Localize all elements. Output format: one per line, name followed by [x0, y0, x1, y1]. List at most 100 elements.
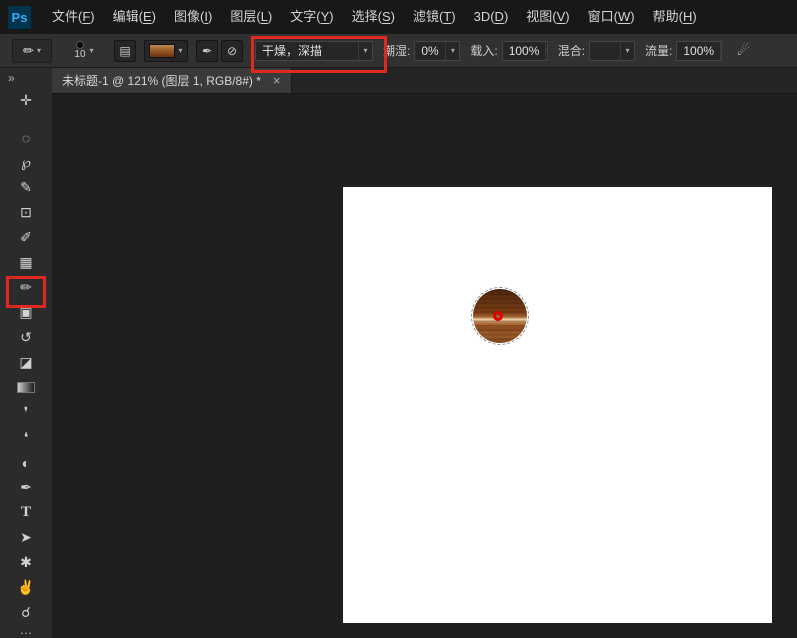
quick-selection-tool[interactable]: ✎ [8, 175, 44, 200]
chevron-down-icon: ▾ [720, 42, 722, 60]
lasso-tool[interactable]: ℘ [8, 150, 44, 175]
eyedropper-tool[interactable]: ✐ [8, 225, 44, 250]
current-brush-load-swatch[interactable]: ▾ [144, 40, 188, 62]
document-tab-bar: 未标题-1 @ 121% (图层 1, RGB/8#) * × [52, 68, 797, 94]
shape-tool[interactable]: ✱ [8, 550, 44, 575]
brush-preset-picker[interactable]: 10 ▾ [62, 37, 106, 65]
photoshop-logo[interactable]: Ps [8, 6, 31, 29]
brush-panel-icon: ▤ [119, 44, 130, 58]
menu-s[interactable]: 选择(S) [343, 0, 404, 34]
mix-label: 混合: [558, 42, 585, 59]
menu-y[interactable]: 文字(Y) [281, 0, 342, 34]
type-tool[interactable]: T [8, 500, 44, 525]
menu-l[interactable]: 图层(L) [221, 0, 281, 34]
hand-tool-icon: ✌ [17, 579, 34, 596]
menubar-items: 文件(F)编辑(E)图像(I)图层(L)文字(Y)选择(S)滤镜(T)3D(D)… [43, 0, 706, 34]
frame-tool-icon: ▦ [19, 254, 32, 271]
sharpen-tool[interactable]: ❛ [8, 425, 44, 450]
load-brush-after-stroke-button[interactable]: ✒ [196, 40, 218, 62]
tools-panel: » ✛ ◌ ℘ ✎ ⊡ ✐ ▦ ✏ ▣ ↺ ◪ ❜ ❛ ◐ ✒ T ➤ ✱ ✌ ☌ … [0, 68, 52, 638]
blur-tool-icon: ❜ [24, 404, 29, 421]
document-tab[interactable]: 未标题-1 @ 121% (图层 1, RGB/8#) * × [52, 68, 292, 93]
chevron-down-icon: ▾ [178, 46, 182, 55]
red-circle-marker [493, 311, 503, 321]
path-selection-tool-icon: ➤ [20, 529, 32, 546]
flow-dropdown[interactable]: 100%▾ [676, 41, 722, 61]
clean-brush-after-stroke-button[interactable]: ⊘ [221, 40, 243, 62]
stamp-tool[interactable]: ▣ [8, 300, 44, 325]
wet-dropdown[interactable]: 0%▾ [414, 41, 460, 61]
tab-title: 未标题-1 @ 121% (图层 1, RGB/8#) * [62, 72, 261, 89]
options-bar: ✏ ▾ 10 ▾ ▤ ▾ ✒ ⊘ 干燥，深描 ▾ 潮湿:0%▾ 载入: 100%▾ 混… [0, 34, 797, 68]
menu-d[interactable]: 3D(D) [465, 0, 518, 34]
eraser-tool[interactable]: ◪ [8, 350, 44, 375]
document-area: 未标题-1 @ 121% (图层 1, RGB/8#) * × [52, 68, 797, 638]
chevron-down-icon: ▾ [445, 42, 459, 60]
airbrush-toggle[interactable]: ☄ [732, 40, 754, 62]
brush-tip-icon [77, 42, 83, 48]
menu-w[interactable]: 窗口(W) [579, 0, 644, 34]
load-dropdown[interactable]: 100%▾ [502, 41, 548, 61]
tool-preset-picker[interactable]: ✏ ▾ [12, 39, 52, 63]
toolbar-expand-button[interactable]: » [0, 70, 15, 86]
mixer-brush-tool-icon: ✏ [20, 279, 32, 296]
menu-e[interactable]: 编辑(E) [104, 0, 165, 34]
move-tool-icon: ✛ [20, 92, 32, 109]
mix-dropdown[interactable]: ▾ [589, 41, 635, 61]
eraser-tool-icon: ◪ [19, 354, 32, 371]
blur-tool[interactable]: ❜ [8, 400, 44, 425]
chevron-down-icon: ▾ [90, 46, 94, 55]
menu-t[interactable]: 滤镜(T) [404, 0, 465, 34]
pen-tool[interactable]: ✒ [8, 475, 44, 500]
sharpen-tool-icon: ❛ [24, 429, 29, 446]
chevron-down-icon: ▾ [37, 46, 41, 55]
gradient-tool[interactable] [8, 375, 44, 400]
mixer-params: 潮湿:0%▾载入:100%▾混合:▾流量:100%▾ [373, 41, 722, 61]
photoshop-window: { "app": { "logo_text": "Ps", "logo_bg":… [0, 0, 797, 638]
crop-tool-icon: ⊡ [20, 204, 32, 221]
canvas-workspace[interactable] [52, 94, 797, 638]
gradient-icon [17, 382, 35, 393]
mixer-brush-tool[interactable]: ✏ [8, 275, 44, 300]
ellipse-marquee-tool[interactable]: ◌ [8, 125, 44, 150]
menu-bar: Ps 文件(F)编辑(E)图像(I)图层(L)文字(Y)选择(S)滤镜(T)3D… [0, 0, 797, 34]
stamp-tool-icon: ▣ [19, 304, 32, 321]
toggle-brush-panel-button[interactable]: ▤ [114, 40, 136, 62]
brush-size-value: 10 [74, 50, 85, 60]
tool-list: ✛ ◌ ℘ ✎ ⊡ ✐ ▦ ✏ ▣ ↺ ◪ ❜ ❛ ◐ ✒ T ➤ ✱ ✌ ☌ [8, 88, 44, 625]
load-label: 载入: [470, 42, 497, 59]
pen-tool-icon: ✒ [20, 479, 32, 496]
chevron-down-icon: ▾ [358, 42, 372, 60]
chevron-down-icon: ▾ [620, 42, 634, 60]
flow-label: 流量: [645, 42, 672, 59]
frame-tool[interactable]: ▦ [8, 250, 44, 275]
hand-tool[interactable]: ✌ [8, 575, 44, 600]
zoom-tool-icon: ☌ [21, 604, 30, 621]
dodge-tool[interactable]: ◐ [8, 450, 44, 475]
wet-label: 潮湿: [383, 42, 410, 59]
clean-brush-icon: ⊘ [227, 44, 237, 58]
history-brush-tool-icon: ↺ [20, 329, 32, 346]
menu-f[interactable]: 文件(F) [43, 0, 104, 34]
menu-i[interactable]: 图像(I) [165, 0, 221, 34]
mixer-brush-icon: ✏ [23, 43, 34, 59]
edit-toolbar-button[interactable]: … [20, 625, 33, 638]
crop-tool[interactable]: ⊡ [8, 200, 44, 225]
brush-load-color [149, 44, 175, 58]
lasso-tool-icon: ℘ [21, 154, 31, 171]
path-selection-tool[interactable]: ➤ [8, 525, 44, 550]
shape-tool-icon: ✱ [20, 554, 32, 571]
move-tool[interactable]: ✛ [8, 88, 44, 113]
brush-stroke-selection [471, 287, 529, 345]
document-canvas[interactable] [343, 187, 772, 623]
eyedropper-tool-icon: ✐ [20, 229, 32, 246]
menu-h[interactable]: 帮助(H) [644, 0, 706, 34]
menu-v[interactable]: 视图(V) [517, 0, 578, 34]
ellipse-marquee-tool-icon: ◌ [22, 130, 30, 146]
history-brush-tool[interactable]: ↺ [8, 325, 44, 350]
close-icon[interactable]: × [273, 73, 281, 88]
combination-value: 干燥，深描 [256, 42, 358, 59]
useful-combinations-dropdown[interactable]: 干燥，深描 ▾ [255, 41, 373, 61]
quick-selection-tool-icon: ✎ [20, 179, 32, 196]
airbrush-icon: ☄ [737, 42, 750, 59]
